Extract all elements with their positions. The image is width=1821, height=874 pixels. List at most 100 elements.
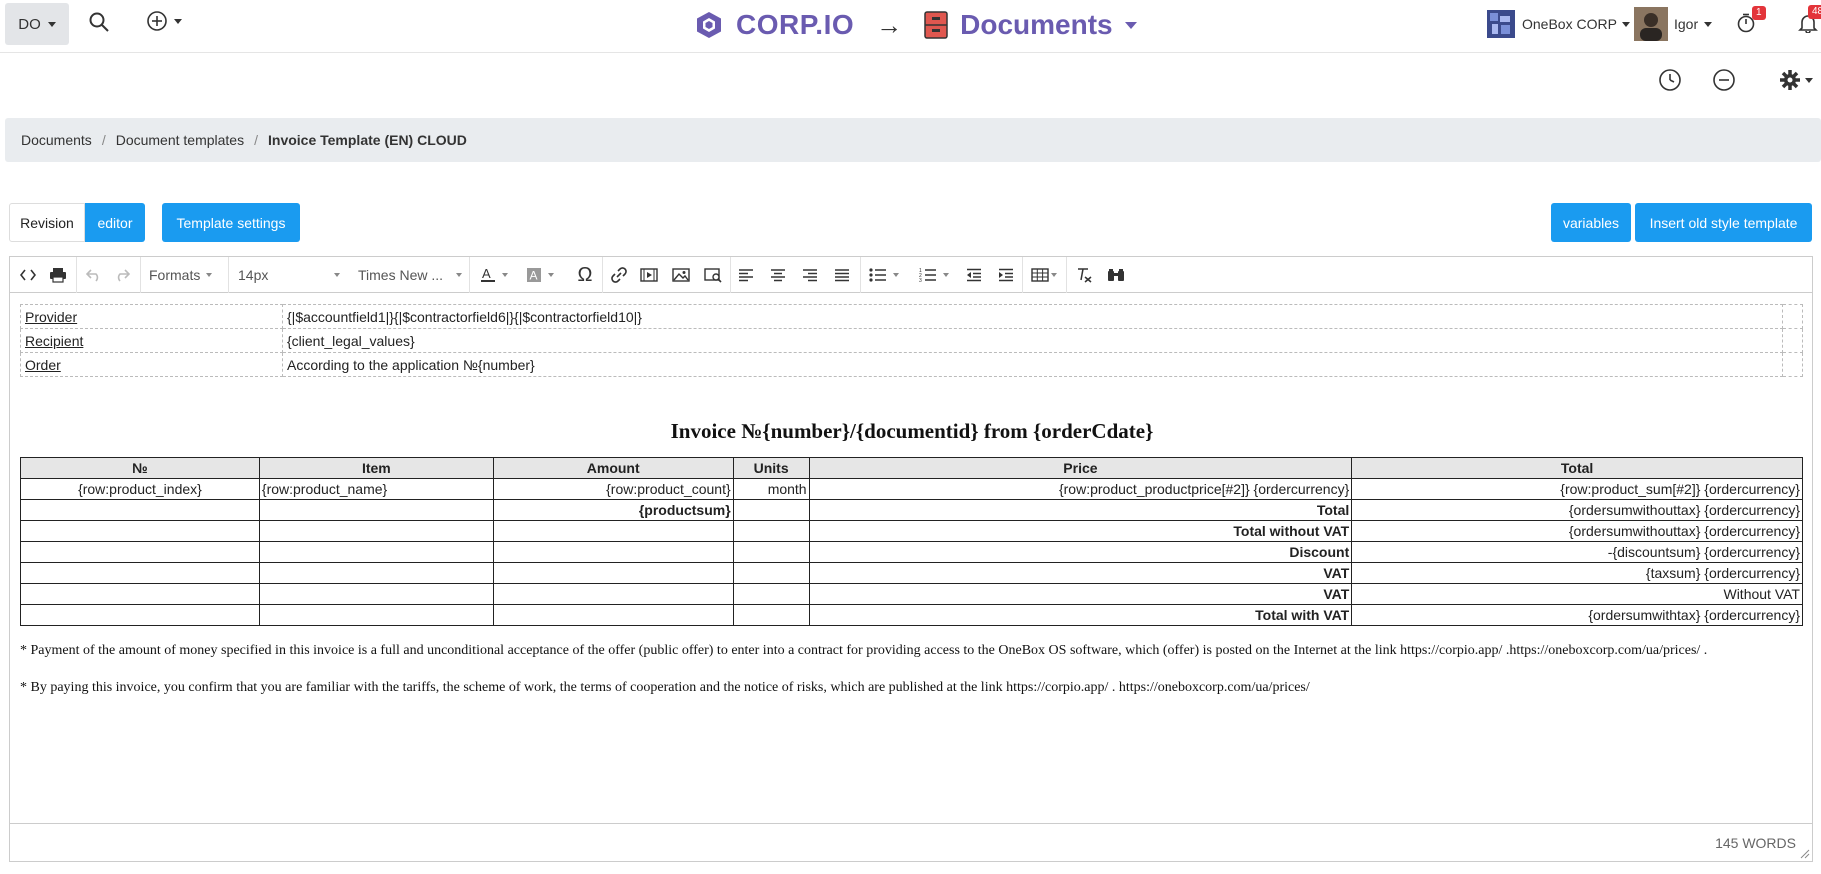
table-cell: {row:product_name}	[258, 478, 494, 500]
column-header: №	[20, 457, 260, 479]
chevron-down-icon	[893, 273, 899, 277]
table-cell: Without VAT	[1351, 583, 1803, 605]
plus-circle-icon	[147, 11, 167, 31]
table-cell	[258, 541, 494, 563]
order-label: Order	[20, 352, 283, 377]
search-icon[interactable]	[86, 9, 112, 35]
image-icon[interactable]	[669, 262, 693, 288]
chevron-down-icon	[1805, 77, 1813, 83]
provider-value: {|$accountfield1|}{|$contractorfield6|}{…	[282, 304, 1783, 329]
clock-icon	[1659, 69, 1681, 91]
align-right-icon[interactable]	[798, 262, 822, 288]
print-icon[interactable]	[46, 262, 70, 288]
align-left-icon[interactable]	[734, 262, 758, 288]
invoice-title: Invoice №{number}/{documentid} from {ord…	[670, 419, 1154, 443]
svg-text:A: A	[482, 266, 491, 281]
settings-dropdown[interactable]	[1774, 67, 1818, 93]
revision-tab[interactable]: Revision	[9, 203, 85, 242]
toolbar-separator	[730, 257, 731, 293]
history-button[interactable]	[1657, 67, 1683, 93]
clear-formatting-icon[interactable]	[1072, 262, 1096, 288]
corpio-logo-icon	[697, 12, 721, 38]
table-cell	[492, 520, 734, 542]
table-row: VAT {taxsum} {ordercurrency}	[20, 562, 1803, 584]
table-cell	[732, 562, 810, 584]
font-family-dropdown[interactable]: Times New ...	[350, 262, 466, 288]
chevron-down-icon[interactable]	[1124, 21, 1137, 29]
table-cell	[732, 604, 810, 626]
insert-old-template-button[interactable]: Insert old style template	[1635, 203, 1812, 242]
chevron-down-icon	[1704, 21, 1713, 27]
editor-content[interactable]: Provider {|$accountfield1|}{|$contractor…	[10, 294, 1812, 804]
numbered-list-icon: 123	[919, 268, 936, 282]
arrow-right-icon: →	[876, 9, 903, 40]
breadcrumb-item-document-templates[interactable]: Document templates	[116, 132, 244, 148]
table-cell: {row:product_index}	[20, 478, 260, 500]
numbered-list-button[interactable]: 123	[914, 262, 954, 288]
table-button[interactable]	[1026, 262, 1062, 288]
source-code-icon[interactable]	[16, 262, 40, 288]
user-menu[interactable]: Igor	[1634, 7, 1713, 41]
font-family-value: Times New ...	[358, 267, 444, 283]
media-icon[interactable]	[637, 262, 661, 288]
font-size-dropdown[interactable]: 14px	[230, 262, 348, 288]
svg-text:A: A	[530, 269, 538, 283]
add-new-button[interactable]	[140, 8, 188, 34]
breadcrumb: Documents / Document templates / Invoice…	[5, 118, 1821, 162]
breadcrumb-item-documents[interactable]: Documents	[21, 132, 92, 148]
brand-area: CORP.IO → Documents	[694, 5, 1137, 45]
table-cell	[258, 583, 494, 605]
background-color-button[interactable]: A	[520, 262, 560, 288]
outdent-icon[interactable]	[962, 262, 986, 288]
company-selector[interactable]: OneBox CORP	[1485, 7, 1630, 41]
chevron-down-icon	[206, 273, 213, 277]
table-cell	[492, 583, 734, 605]
align-center-icon[interactable]	[766, 262, 790, 288]
table-row: {row:product_index} {row:product_name} {…	[20, 478, 1803, 500]
chevron-down-icon	[1621, 21, 1630, 27]
highlight-icon: A	[527, 268, 541, 283]
image-search-icon[interactable]	[701, 262, 725, 288]
link-icon[interactable]	[607, 262, 631, 288]
table-cell	[732, 541, 810, 563]
align-justify-icon[interactable]	[830, 262, 854, 288]
company-logo-icon	[1487, 10, 1515, 38]
table-cell: {ordersumwithouttax} {ordercurrency}	[1351, 499, 1803, 521]
chevron-down-icon	[943, 273, 949, 277]
table-row: Total without VAT {ordersumwithouttax} {…	[20, 520, 1803, 542]
table-cell	[492, 562, 734, 584]
redo-icon[interactable]	[110, 262, 134, 288]
table-cell: Total with VAT	[808, 604, 1353, 626]
table-cell	[1782, 328, 1803, 353]
variables-button[interactable]: variables	[1551, 203, 1631, 242]
table-cell: -{discountsum} {ordercurrency}	[1351, 541, 1803, 563]
company-name: OneBox CORP	[1522, 16, 1617, 32]
formats-dropdown[interactable]: Formats	[149, 262, 229, 288]
module-switcher[interactable]: Documents	[960, 9, 1112, 41]
timer-badge: 1	[1752, 6, 1766, 20]
table-row: Recipient {client_legal_values}	[20, 328, 1803, 353]
text-color-icon: A	[481, 266, 495, 282]
editor-tab[interactable]: editor	[85, 203, 145, 242]
toolbar-separator	[602, 257, 603, 293]
svg-text:3: 3	[919, 278, 922, 282]
resize-handle-icon[interactable]	[1800, 849, 1810, 859]
table-cell	[492, 541, 734, 563]
table-cell: VAT	[808, 562, 1353, 584]
undo-icon[interactable]	[82, 262, 106, 288]
table-cell	[732, 499, 810, 521]
indent-icon[interactable]	[994, 262, 1018, 288]
find-replace-icon[interactable]	[1104, 262, 1128, 288]
workspace-dropdown[interactable]: DO	[5, 3, 69, 45]
bullet-list-button[interactable]	[864, 262, 904, 288]
brand-name[interactable]: CORP.IO	[736, 9, 854, 41]
bullet-list-icon	[869, 268, 886, 282]
recipient-value: {client_legal_values}	[282, 328, 1783, 353]
special-char-icon[interactable]: Ω	[572, 262, 598, 288]
collapse-button[interactable]	[1711, 67, 1737, 93]
table-row: Discount -{discountsum} {ordercurrency}	[20, 541, 1803, 563]
template-settings-button[interactable]: Template settings	[162, 203, 300, 242]
editor-toolbar: Formats 14px Times New ... A A Ω 1 2 3	[10, 257, 1812, 293]
rich-text-editor: Formats 14px Times New ... A A Ω 1 2 3 P…	[9, 256, 1813, 862]
text-color-button[interactable]: A	[474, 262, 514, 288]
